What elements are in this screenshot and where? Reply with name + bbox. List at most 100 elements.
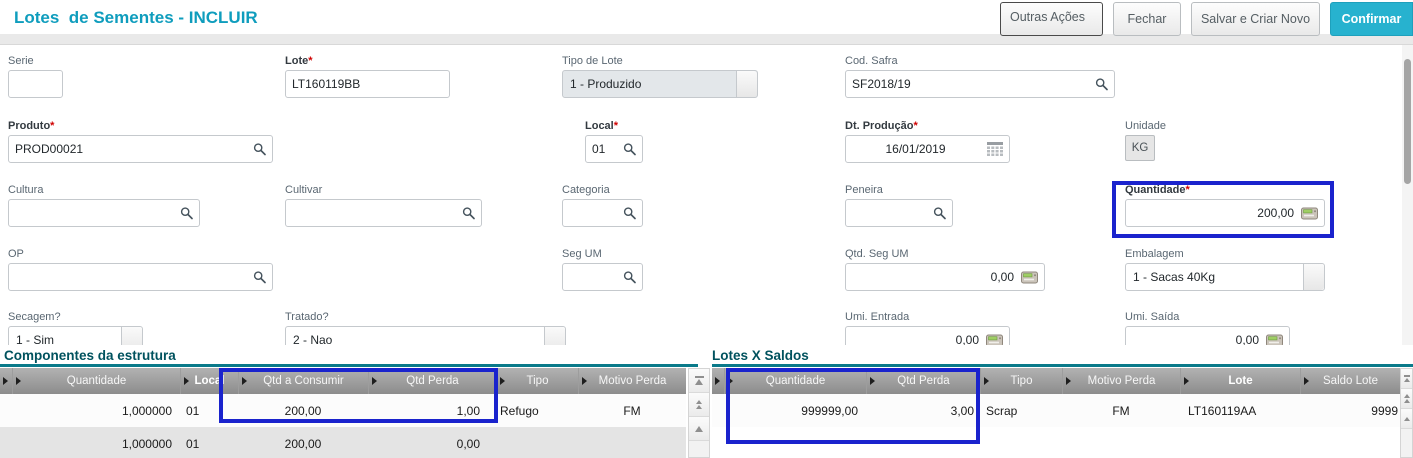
col-header-tipo[interactable]: Tipo (980, 368, 1062, 394)
col-header-tipo[interactable]: Tipo (496, 368, 578, 394)
col-header-quantidade[interactable]: Quantidade (12, 368, 180, 394)
cultivar-input[interactable] (286, 200, 481, 226)
peneira-label: Peneira (845, 184, 953, 196)
scroll-arrow-icon (696, 400, 702, 404)
page-title: Lotes de Sementes - INCLUIR (14, 8, 258, 28)
search-icon[interactable] (253, 271, 266, 284)
col-header-saldo-lote[interactable]: Saldo Lote (1300, 368, 1400, 394)
tipo-de-lote-value: 1 - Produzido (563, 71, 736, 97)
produto-input[interactable] (9, 136, 272, 162)
column-arrow-icon (1184, 377, 1189, 385)
row-marker-header (712, 368, 724, 394)
componentes-rule (0, 364, 698, 367)
column-arrow-icon (242, 377, 247, 385)
col-header-quantidade[interactable]: Quantidade (724, 368, 866, 394)
column-arrow-icon (16, 377, 21, 385)
grid-scroll-pageup-button[interactable] (1401, 389, 1412, 409)
search-icon[interactable] (462, 207, 475, 220)
grid-scroll-top-button[interactable] (1401, 369, 1412, 389)
search-icon[interactable] (253, 143, 266, 156)
dropdown-arrow-icon[interactable] (736, 71, 757, 97)
qtd-seg-um-input[interactable] (846, 264, 1044, 290)
lotes-saldos-panel: Lotes X Saldos Quantidade Qtd Perda Tipo… (712, 345, 1413, 458)
search-icon[interactable] (623, 271, 636, 284)
embalagem-label: Embalagem (1125, 248, 1325, 260)
cod-safra-input[interactable] (846, 71, 1114, 97)
tipo-de-lote-select[interactable]: 1 - Produzido (562, 70, 758, 98)
field-dt-producao: Dt. Produção* (845, 120, 1010, 163)
dropdown-arrow-icon[interactable] (1303, 264, 1324, 290)
tratado-label: Tratado? (285, 311, 566, 323)
dropdown-arrow-icon[interactable] (544, 327, 565, 345)
search-icon[interactable] (623, 143, 636, 156)
col-header-qtd-perda[interactable]: Qtd Perda (368, 368, 496, 394)
confirmar-button[interactable]: Confirmar (1330, 2, 1413, 36)
secagem-select[interactable]: 1 - Sim (8, 326, 143, 345)
form-scrollbar[interactable] (1402, 45, 1413, 345)
field-qtd-seg-um: Qtd. Seg UM (845, 248, 1045, 291)
componentes-row-2[interactable]: 1,000000 01 200,00 0,00 (0, 427, 686, 458)
tratado-value: 2 - Nao (286, 327, 544, 345)
col-header-qtd-a-consumir[interactable]: Qtd a Consumir (238, 368, 368, 394)
search-icon[interactable] (180, 207, 193, 220)
quantidade-input[interactable] (1126, 200, 1324, 226)
search-icon[interactable] (623, 207, 636, 220)
money-icon[interactable] (1266, 334, 1283, 346)
scroll-arrow-icon (695, 426, 703, 432)
money-icon[interactable] (1301, 207, 1318, 220)
search-icon[interactable] (1095, 78, 1108, 91)
salvar-criar-novo-button[interactable]: Salvar e Criar Novo (1191, 2, 1320, 36)
outras-acoes-button[interactable]: Outras Ações (1000, 2, 1103, 36)
lotes-saldos-scrollbar[interactable] (1400, 368, 1413, 458)
umi-saida-input[interactable] (1126, 327, 1289, 345)
embalagem-select[interactable]: 1 - Sacas 40Kg (1125, 263, 1325, 291)
cell-lote: LT160119AA (1180, 394, 1300, 427)
lotes-saldos-row-1[interactable]: 999999,00 3,00 Scrap FM LT160119AA 9999 (712, 394, 1400, 427)
col-header-local[interactable]: Local (180, 368, 238, 394)
column-arrow-icon (870, 377, 875, 385)
confirmar-label: Confirmar (1342, 12, 1402, 26)
fechar-button[interactable]: Fechar (1113, 2, 1181, 36)
scroll-arrow-icon (1404, 378, 1410, 382)
grid-scroll-pageup-button[interactable] (689, 393, 709, 417)
dt-producao-input[interactable] (846, 136, 1009, 162)
grid-scroll-up-button[interactable] (689, 417, 709, 441)
dt-producao-label: Dt. Produção (845, 120, 913, 132)
field-tratado: Tratado? 2 - Nao (285, 311, 566, 345)
componentes-scrollbar[interactable] (688, 368, 710, 458)
grid-scroll-up-button[interactable] (1401, 409, 1412, 429)
col-header-motivo-perda[interactable]: Motivo Perda (578, 368, 686, 394)
componentes-panel: Componentes da estrutura Quantidade Loca… (0, 345, 710, 458)
field-serie: Serie (8, 55, 63, 98)
umi-entrada-input[interactable] (846, 327, 1009, 345)
cell-local: 01 (180, 427, 238, 458)
grid-scroll-top-button[interactable] (689, 369, 709, 393)
lote-input[interactable] (286, 71, 449, 97)
tratado-select[interactable]: 2 - Nao (285, 326, 566, 345)
cell-tipo (496, 427, 578, 458)
secagem-label: Secagem? (8, 311, 143, 323)
produto-label: Produto (8, 120, 50, 132)
cultura-input[interactable] (9, 200, 199, 226)
cell-local: 01 (180, 394, 238, 427)
cultivar-label: Cultivar (285, 184, 482, 196)
serie-input[interactable] (9, 71, 62, 97)
form-scrollbar-thumb[interactable] (1404, 59, 1411, 184)
scroll-arrow-icon (695, 379, 703, 385)
cell-qtd-perda: 3,00 (866, 394, 980, 427)
col-header-lote[interactable]: Lote (1180, 368, 1300, 394)
column-arrow-icon (1066, 377, 1071, 385)
required-asterisk: * (614, 120, 618, 132)
calendar-icon[interactable] (987, 142, 1003, 156)
col-header-qtd-perda[interactable]: Qtd Perda (866, 368, 980, 394)
componentes-row-1[interactable]: 1,000000 01 200,00 1,00 Refugo FM (0, 394, 686, 427)
scroll-arrow-icon (1404, 417, 1410, 421)
col-header-motivo-perda[interactable]: Motivo Perda (1062, 368, 1180, 394)
dropdown-arrow-icon[interactable] (121, 327, 142, 345)
money-icon[interactable] (986, 334, 1003, 346)
money-icon[interactable] (1021, 271, 1038, 284)
field-tipo-de-lote: Tipo de Lote 1 - Produzido (562, 55, 758, 98)
column-arrow-icon (372, 377, 377, 385)
op-input[interactable] (9, 264, 272, 290)
search-icon[interactable] (933, 207, 946, 220)
